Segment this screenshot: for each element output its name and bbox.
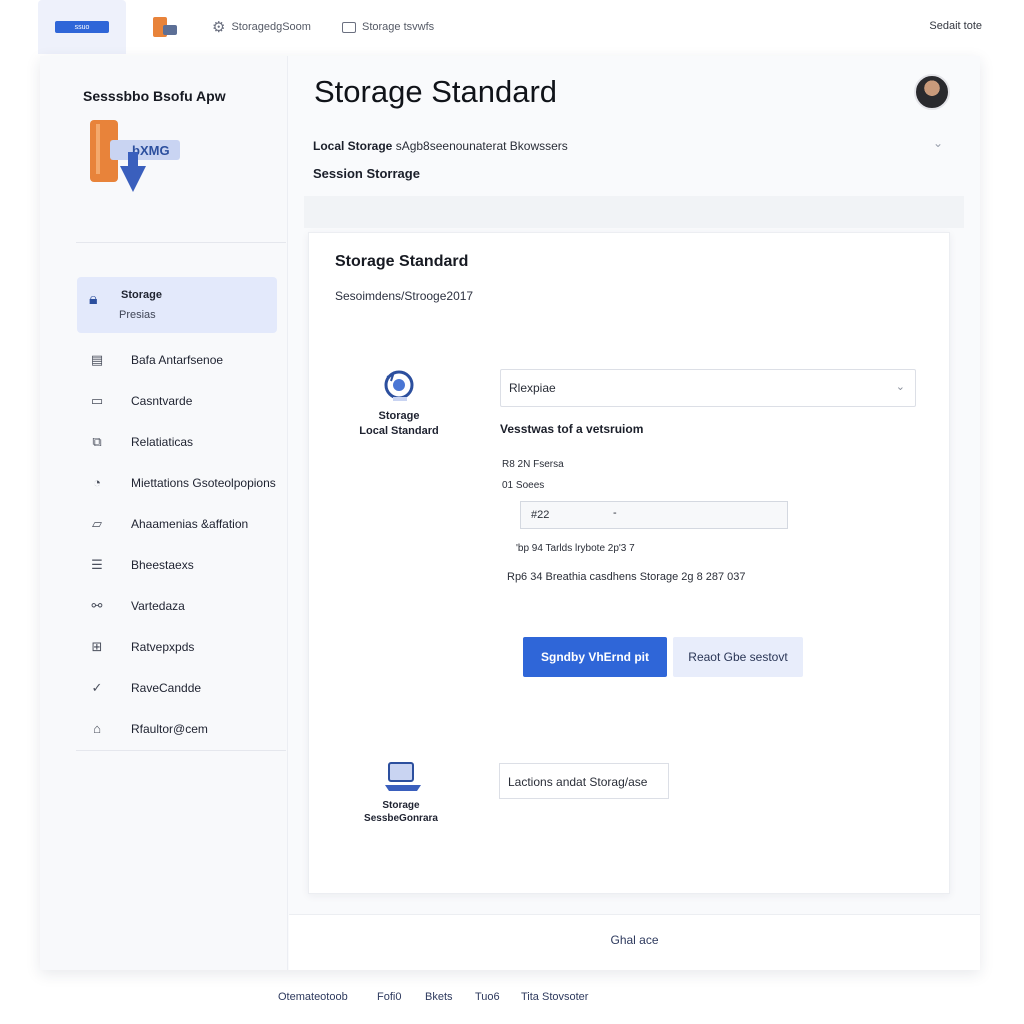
session-storage-row[interactable]: Session Storrage: [313, 166, 420, 181]
sidebar-nav: 🔒︎ Storage Presias ▤ Bafa Antarfsenoe ▭ …: [77, 277, 279, 749]
footer-link-1[interactable]: Otemateotoob: [278, 991, 348, 1003]
caption-line-2: SessbeGonrara: [364, 813, 438, 824]
network-icon: ⏥: [92, 515, 102, 531]
sidebar-title: Sesssbbo Bsofu Apw: [83, 88, 226, 104]
sidebar-item-label: Ahaamenias &affation: [131, 516, 249, 531]
bottom-action-strip: Ghal ace: [289, 914, 980, 970]
browser-window-icon: ▤: [90, 351, 104, 367]
section-heading: Vesstwas tof a vetsruiom: [500, 422, 644, 436]
quota-value: #22: [531, 509, 550, 521]
submit-button[interactable]: Sgndby VhErnd pit: [523, 637, 667, 677]
footer-link-3[interactable]: Bkets: [425, 991, 453, 1003]
quota-separator: -: [613, 507, 617, 519]
app-chip-label: ssuo: [74, 23, 90, 31]
sidebar-item-0[interactable]: ▤ Bafa Antarfsenoe: [77, 339, 279, 380]
panel-subtitle: Sesoimdens/Strooge2017: [335, 289, 474, 303]
info-line: Rp6 34 Breathia casdhens Storage 2g 8 28…: [507, 571, 746, 583]
app-chip-icon: ssuo: [55, 21, 109, 33]
sidebar-item-4[interactable]: ⏥ Ahaamenias &affation: [77, 503, 279, 544]
field-caption: 01 Soees: [502, 480, 545, 491]
sidebar-item-7[interactable]: ⊞ Ratvepxpds: [77, 626, 279, 667]
sidebar-divider: [76, 750, 286, 751]
sidebar-item-label: Vartedaza: [131, 598, 185, 613]
tab-files[interactable]: [136, 0, 192, 54]
header-divider-band: [304, 196, 964, 228]
gauge-icon: ◔: [93, 475, 101, 490]
main-window: Sesssbbo Bsofu Apw bXMG 🔒︎ Storage Presi…: [40, 56, 980, 970]
sidebar-item-5[interactable]: ☰ Bheestaexs: [77, 544, 279, 585]
chevron-down-icon: ⌄: [895, 381, 905, 393]
session-storage-caption: Storage SessbeGonrara: [349, 799, 453, 825]
gear-icon: ⚙: [212, 19, 226, 36]
sidebar-item-label: Relatiaticas: [131, 434, 194, 449]
tab-home[interactable]: ssuo: [38, 0, 126, 54]
sidebar-item-9[interactable]: ⌂ Rfaultor@cem: [77, 708, 279, 749]
top-tab-strip: ssuo ⚙ StoragedgSoom Storage tsvwfs Seda…: [0, 0, 1024, 54]
sidebar-item-label: Miettations Gsoteolpopions: [131, 475, 276, 490]
tray-icon: [342, 21, 356, 33]
tab-label: Storage tsvwfs: [362, 21, 435, 33]
tab-label: StoragedgSoom: [231, 21, 311, 33]
sidebar-item-label: Rfaultor@cem: [131, 721, 208, 736]
storage-app-logo: bXMG: [90, 120, 180, 192]
folder-icon: [151, 15, 177, 39]
lock-shield-icon: 🔒︎: [89, 291, 98, 308]
select-value: Rlexpiae: [509, 381, 556, 395]
local-storage-caption: Storage Local Standard: [349, 409, 449, 439]
page-title: Storage Standard: [314, 74, 558, 109]
graduation-cap-icon: ⌂: [93, 721, 101, 736]
info-line: 'bp 94 Tarlds lrybote 2p'3 7: [516, 543, 635, 554]
local-storage-description: sAgb8seenounaterat Bkowssers: [392, 139, 568, 153]
document-list-icon: ☰: [91, 556, 103, 572]
caption-line-1: Storage: [382, 800, 420, 811]
sidebar-item-label: RaveCandde: [131, 680, 202, 695]
sidebar-item-label: Bafa Antarfsenoe: [131, 352, 224, 367]
check-circle-icon: ✓: [91, 679, 103, 695]
sidebar-divider: [76, 242, 286, 243]
sidebar-item-label: Ratvepxpds: [131, 639, 195, 654]
sidebar-item-1[interactable]: ▭ Casntvarde: [77, 380, 279, 421]
footer-link-4[interactable]: Tuo6: [475, 991, 500, 1003]
grid-box-icon: ⊞: [91, 638, 103, 654]
sidebar-item-label: Casntvarde: [131, 393, 193, 408]
bottom-strip-link[interactable]: Ghal ace: [289, 933, 980, 947]
tab-storage-settings[interactable]: ⚙ StoragedgSoom: [212, 0, 311, 54]
storage-panel: Storage Standard Sesoimdens/Strooge2017 …: [308, 232, 950, 894]
reset-button[interactable]: Reaot Gbe sestovt: [673, 637, 803, 677]
caption-line-2: Local Standard: [359, 425, 439, 437]
sidebar-item-6[interactable]: ⚯ Vartedaza: [77, 585, 279, 626]
footer-link-5[interactable]: Tita Stovsoter: [521, 991, 588, 1003]
sidebar-item-sublabel: Presias: [119, 309, 156, 321]
sidebar-item-8[interactable]: ✓ RaveCandde: [77, 667, 279, 708]
account-link[interactable]: Sedait tote: [929, 20, 982, 32]
tray-icon: ▭: [90, 392, 104, 408]
sidebar-item-3[interactable]: ◔ Miettations Gsoteolpopions: [77, 462, 279, 503]
sidebar: Sesssbbo Bsofu Apw bXMG 🔒︎ Storage Presi…: [40, 56, 288, 970]
storage-sync-icon: [384, 370, 414, 401]
caption-line-1: Storage: [378, 410, 420, 422]
sidebar-item-2[interactable]: ⧉ Relatiaticas: [77, 421, 279, 462]
storage-type-select[interactable]: Rlexpiae ⌄: [500, 369, 916, 407]
local-storage-label: Local Storage: [313, 139, 393, 153]
sidebar-item-storage[interactable]: 🔒︎ Storage Presias: [77, 277, 277, 333]
sidebar-item-label: Bheestaexs: [131, 557, 194, 572]
panel-title: Storage Standard: [335, 253, 469, 270]
field-caption: R8 2N Fsersa: [502, 459, 564, 470]
expand-square-icon: ⧉: [92, 433, 102, 449]
laptop-storage-icon: [385, 762, 421, 791]
sidebar-item-label: Storage: [121, 289, 162, 301]
share-nodes-icon: ⚯: [91, 597, 103, 613]
quota-input[interactable]: #22 -: [520, 501, 788, 529]
chevron-down-icon[interactable]: ⌄: [933, 136, 943, 150]
location-value: Lactions andat Storag/ase: [508, 775, 648, 789]
local-storage-row[interactable]: Local Storage sAgb8seenounaterat Bkowsse…: [313, 139, 568, 153]
user-avatar[interactable]: [914, 74, 950, 110]
location-field[interactable]: Lactions andat Storag/ase: [499, 763, 669, 799]
footer-link-2[interactable]: Fofi0: [377, 991, 401, 1003]
tab-storage-views[interactable]: Storage tsvwfs: [342, 0, 434, 54]
